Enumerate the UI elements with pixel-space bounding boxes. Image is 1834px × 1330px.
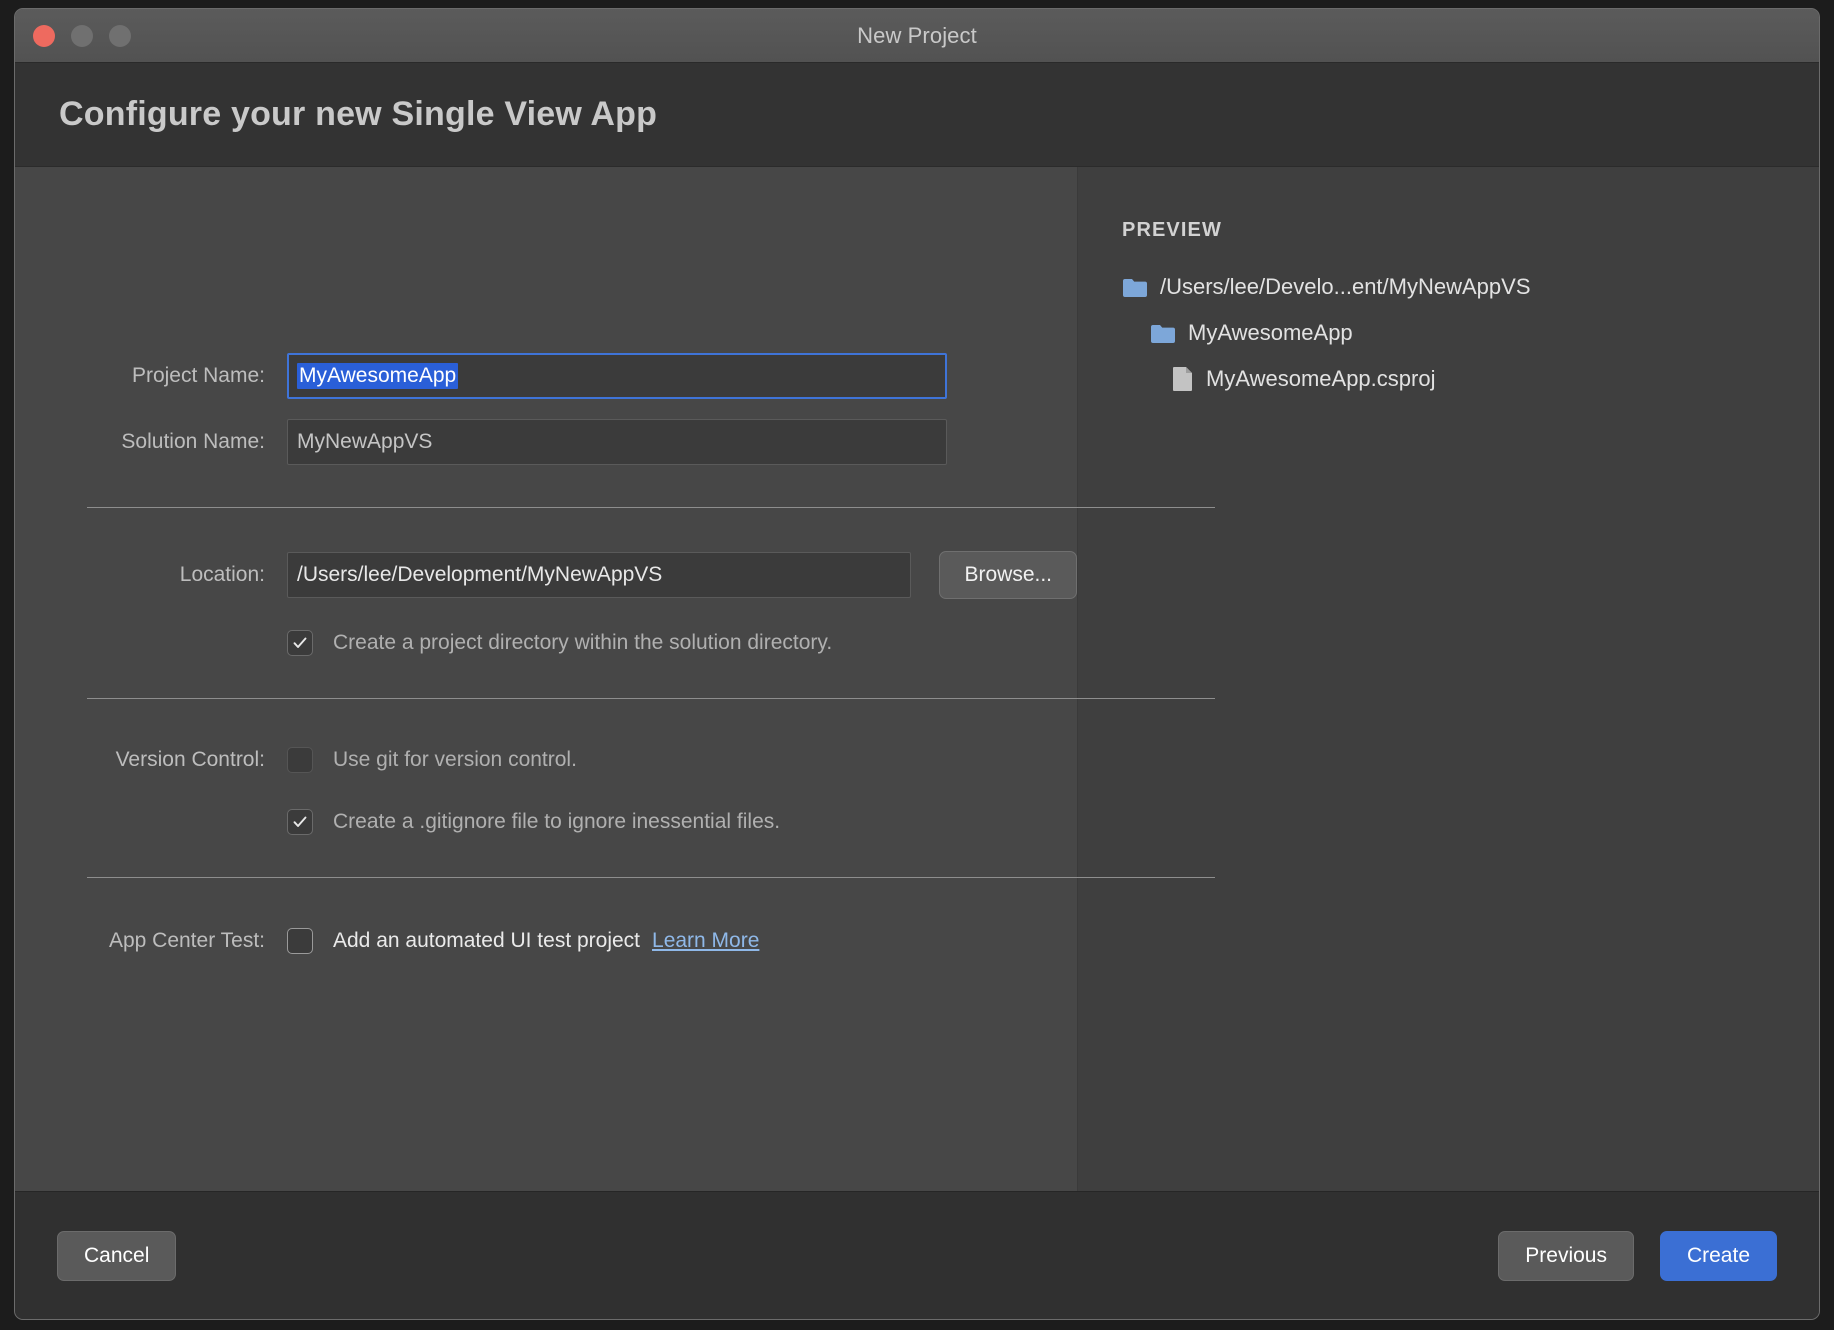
window-title: New Project	[857, 22, 977, 48]
solution-name-value: MyNewAppVS	[297, 430, 433, 453]
ui-test-checkbox[interactable]	[287, 928, 313, 954]
project-name-row: Project Name: MyAwesomeApp	[15, 353, 1077, 399]
zoom-button-icon[interactable]	[109, 25, 131, 47]
solution-name-input[interactable]: MyNewAppVS	[287, 419, 947, 465]
app-center-test-row[interactable]: App Center Test: Add an automated UI tes…	[15, 918, 1077, 964]
location-row: Location: /Users/lee/Development/MyNewAp…	[15, 551, 1077, 599]
form-pane: Project Name: MyAwesomeApp Solution Name…	[15, 167, 1215, 1191]
use-git-checkbox[interactable]	[287, 747, 313, 773]
learn-more-link[interactable]: Learn More	[652, 929, 759, 953]
gitignore-label: Create a .gitignore file to ignore iness…	[333, 810, 781, 833]
create-project-directory-checkbox[interactable]	[287, 630, 313, 656]
previous-button[interactable]: Previous	[1498, 1230, 1634, 1281]
preview-tree-label: /Users/lee/Develo...ent/MyNewAppVS	[1160, 274, 1531, 299]
checkmark-icon	[293, 637, 307, 648]
version-control-label: Version Control:	[115, 748, 265, 771]
folder-icon	[1150, 323, 1176, 344]
folder-icon	[1122, 277, 1148, 298]
create-project-directory-row[interactable]: Create a project directory within the so…	[15, 620, 1077, 666]
gitignore-checkbox[interactable]	[287, 809, 313, 835]
browse-button[interactable]: Browse...	[939, 551, 1077, 599]
cancel-button[interactable]: Cancel	[57, 1230, 177, 1281]
preview-tree-item: MyAwesomeApp.csproj	[1122, 356, 1819, 402]
project-name-input[interactable]: MyAwesomeApp	[287, 353, 947, 399]
project-name-label: Project Name:	[131, 364, 265, 387]
preview-pane: PREVIEW /Users/lee/Develo...ent/MyNewApp…	[1078, 167, 1819, 1191]
solution-name-row: Solution Name: MyNewAppVS	[15, 419, 1077, 465]
ui-test-label: Add an automated UI test project	[333, 929, 641, 952]
location-label: Location:	[179, 563, 265, 586]
dialog-footer: Cancel Previous Create	[15, 1191, 1819, 1319]
page-title: Configure your new Single View App	[59, 95, 658, 133]
close-button-icon[interactable]	[33, 25, 55, 47]
new-project-dialog: New Project Configure your new Single Vi…	[14, 8, 1820, 1320]
create-button[interactable]: Create	[1659, 1230, 1777, 1281]
file-icon	[1172, 366, 1194, 392]
preview-title: PREVIEW	[1122, 219, 1222, 241]
location-value: /Users/lee/Development/MyNewAppVS	[297, 563, 663, 586]
solution-name-label: Solution Name:	[121, 430, 265, 453]
traffic-lights	[33, 9, 131, 63]
project-name-value: MyAwesomeApp	[297, 363, 459, 389]
window-titlebar: New Project	[15, 9, 1819, 63]
preview-tree-label: MyAwesomeApp.csproj	[1206, 366, 1436, 391]
checkmark-icon	[293, 816, 307, 827]
use-git-label: Use git for version control.	[333, 748, 577, 771]
preview-tree-item: /Users/lee/Develo...ent/MyNewAppVS	[1122, 264, 1819, 310]
use-git-row[interactable]: Version Control: Use git for version con…	[15, 737, 1077, 783]
location-input[interactable]: /Users/lee/Development/MyNewAppVS	[287, 552, 912, 598]
preview-tree-item: MyAwesomeApp	[1122, 310, 1819, 356]
dialog-header: Configure your new Single View App	[15, 63, 1819, 167]
app-center-test-label: App Center Test:	[108, 929, 265, 952]
preview-tree-label: MyAwesomeApp	[1188, 320, 1353, 345]
minimize-button-icon[interactable]	[71, 25, 93, 47]
dialog-body: Project Name: MyAwesomeApp Solution Name…	[15, 167, 1819, 1191]
create-project-directory-label: Create a project directory within the so…	[333, 631, 833, 654]
gitignore-row[interactable]: Create a .gitignore file to ignore iness…	[15, 799, 1077, 845]
